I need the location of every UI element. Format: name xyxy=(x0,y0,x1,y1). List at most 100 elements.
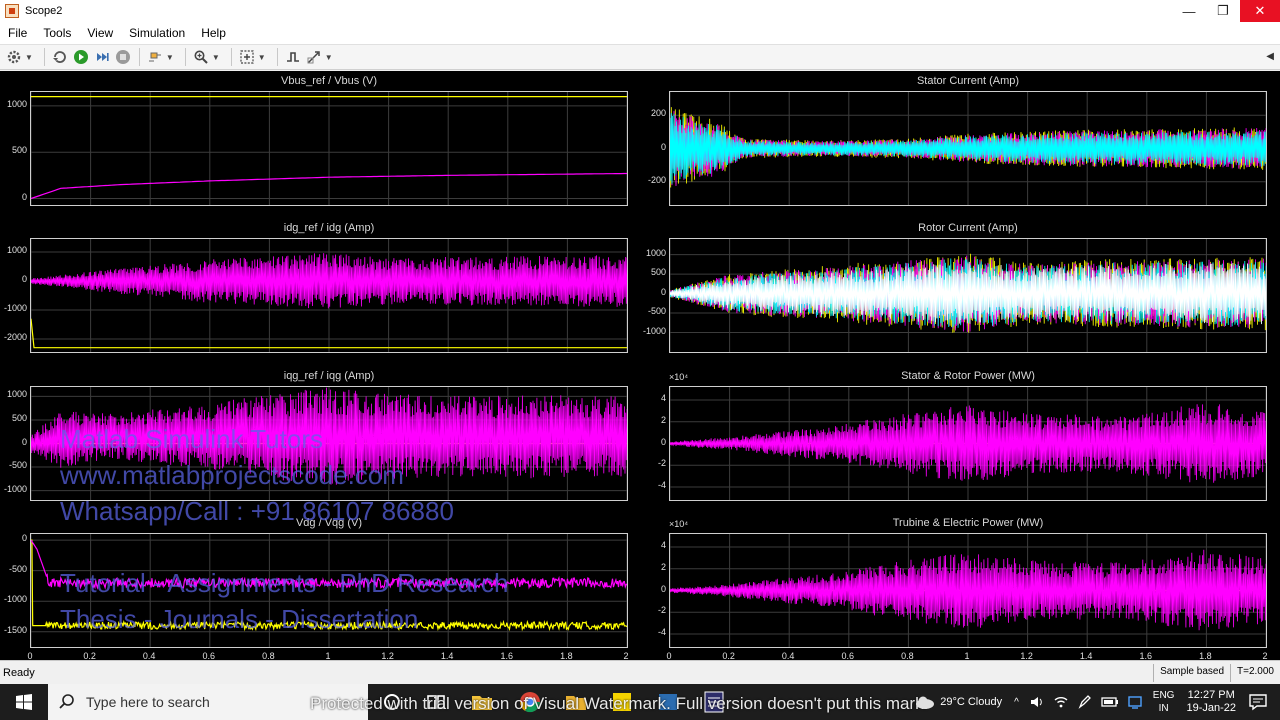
chevron-down-icon[interactable]: ▼ xyxy=(258,53,266,62)
chevron-down-icon[interactable]: ▼ xyxy=(212,53,220,62)
plot-canvas xyxy=(31,92,627,205)
language-code: ENG xyxy=(1152,690,1175,701)
wifi-icon[interactable] xyxy=(1053,694,1069,710)
plot-title: Rotor Current (Amp) xyxy=(918,222,1018,234)
plot-title: iqg_ref / iqg (Amp) xyxy=(283,370,375,382)
window-title: Scope2 xyxy=(25,5,63,17)
chevron-down-icon[interactable]: ▼ xyxy=(166,53,174,62)
watermark-line-3: Whatsapp/Call : +91 86107 86880 xyxy=(60,496,454,526)
search-placeholder: Type here to search xyxy=(86,694,210,710)
scope-axes[interactable] xyxy=(30,238,628,353)
collapse-toolbar-icon[interactable]: ◀ xyxy=(1266,51,1274,62)
watermark-line-4: Tutorial - Assignments - PhD Research xyxy=(60,568,509,598)
maximize-button[interactable]: ❐ xyxy=(1206,0,1240,22)
trigger-icon[interactable] xyxy=(283,47,303,67)
simulation-time: T=2.000 xyxy=(1230,664,1280,682)
pen-icon[interactable] xyxy=(1077,694,1093,710)
battery-icon[interactable] xyxy=(1101,694,1119,710)
y-tick-label: -1000 xyxy=(3,483,27,494)
y-tick-label: 4 xyxy=(660,393,666,404)
y-tick-label: -1500 xyxy=(3,624,27,635)
status-ready: Ready xyxy=(3,666,35,679)
y-tick-label: -500 xyxy=(8,460,27,471)
plot-canvas xyxy=(670,239,1266,352)
autoscale-icon[interactable] xyxy=(237,47,257,67)
y-tick-label: 0 xyxy=(660,436,666,447)
y-tick-label: 0 xyxy=(660,286,666,297)
menu-tools[interactable]: Tools xyxy=(35,26,79,40)
sample-mode: Sample based xyxy=(1153,664,1230,682)
watermark-line-1: Matlab Simulink Tutors xyxy=(60,424,323,454)
y-tick-label: -1000 xyxy=(642,325,666,336)
scope-axes[interactable] xyxy=(30,91,628,206)
search-icon xyxy=(59,694,74,709)
menu-simulation[interactable]: Simulation xyxy=(121,26,193,40)
gear-icon[interactable] xyxy=(4,47,24,67)
toolbar-separator xyxy=(184,48,186,66)
menu-file[interactable]: File xyxy=(0,26,35,40)
speaker-icon[interactable] xyxy=(1029,694,1045,710)
clock[interactable]: 12:27 PM 19-Jan-22 xyxy=(1186,689,1236,715)
y-tick-label: 4 xyxy=(660,540,666,551)
plot-canvas xyxy=(670,534,1266,647)
y-tick-label: -2 xyxy=(657,605,666,616)
clock-time: 12:27 PM xyxy=(1187,689,1235,701)
y-tick-label: 0 xyxy=(660,583,666,594)
y-tick-label: 1000 xyxy=(645,247,666,258)
y-exponent-label: ×10⁴ xyxy=(669,372,689,382)
taskbar: Type here to search Protected with trial… xyxy=(0,684,1280,720)
menu-bar: File Tools View Simulation Help xyxy=(0,22,1280,44)
y-tick-label: 500 xyxy=(11,145,27,156)
plot-title: Trubine & Electric Power (MW) xyxy=(892,517,1044,529)
y-exponent-label: ×10⁴ xyxy=(669,519,689,529)
y-tick-label: 1000 xyxy=(6,245,27,256)
minimize-button[interactable]: — xyxy=(1172,0,1206,22)
weather-text[interactable]: 29°C Cloudy xyxy=(940,696,1002,709)
highlight-icon[interactable] xyxy=(145,47,165,67)
toolbar-separator xyxy=(230,48,232,66)
scope-axes[interactable] xyxy=(669,386,1267,501)
plot-title: Vbus_ref / Vbus (V) xyxy=(281,75,377,87)
toolbar-separator xyxy=(138,48,140,66)
cursor-icon[interactable] xyxy=(304,47,324,67)
refresh-icon[interactable] xyxy=(50,47,70,67)
plot-title: Stator & Rotor Power (MW) xyxy=(901,370,1035,382)
scope-axes[interactable] xyxy=(669,238,1267,353)
title-bar: Scope2 — ❐ ✕ xyxy=(0,0,1280,22)
menu-view[interactable]: View xyxy=(79,26,121,40)
zoom-icon[interactable] xyxy=(191,47,211,67)
weather-cloud-icon xyxy=(916,696,935,709)
run-icon[interactable] xyxy=(71,47,91,67)
plot-canvas xyxy=(670,387,1266,500)
scope-window: Scope2 — ❐ ✕ File Tools View Simulation … xyxy=(0,0,1280,720)
region-code: IN xyxy=(1158,703,1169,714)
status-bar: Ready Sample based T=2.000 xyxy=(0,660,1280,684)
toolbar: ▼ ▼ ▼ ▼ ▼ ◀ xyxy=(0,44,1280,70)
chevron-up-icon[interactable]: ^ xyxy=(1014,696,1019,709)
chevron-down-icon[interactable]: ▼ xyxy=(325,53,333,62)
menu-help[interactable]: Help xyxy=(193,26,234,40)
chevron-down-icon[interactable]: ▼ xyxy=(25,53,33,62)
scope-axes[interactable] xyxy=(669,91,1267,206)
network-icon[interactable] xyxy=(1127,694,1143,710)
y-tick-label: 1000 xyxy=(6,98,27,109)
y-tick-label: -500 xyxy=(8,563,27,574)
y-tick-label: -200 xyxy=(647,174,666,185)
watermark-line-2: www.matlabprojectscode.com xyxy=(60,460,404,490)
y-tick-label: -1000 xyxy=(3,594,27,605)
y-tick-label: 0 xyxy=(21,436,27,447)
stop-icon[interactable] xyxy=(113,47,133,67)
toolbar-separator xyxy=(43,48,45,66)
window-controls: — ❐ ✕ xyxy=(1172,0,1280,22)
start-button[interactable] xyxy=(0,684,48,720)
close-button[interactable]: ✕ xyxy=(1240,0,1280,22)
scope-axes[interactable] xyxy=(669,533,1267,648)
notification-icon[interactable] xyxy=(1248,693,1268,711)
language-indicator[interactable]: ENG IN xyxy=(1153,689,1175,715)
y-tick-label: -4 xyxy=(657,479,666,490)
y-tick-label: 0 xyxy=(660,141,666,152)
y-tick-label: -4 xyxy=(657,626,666,637)
watermark-line-5: Thesis - Journals - Dissertation xyxy=(60,604,419,634)
step-forward-icon[interactable] xyxy=(92,47,112,67)
clock-date: 19-Jan-22 xyxy=(1186,702,1236,714)
